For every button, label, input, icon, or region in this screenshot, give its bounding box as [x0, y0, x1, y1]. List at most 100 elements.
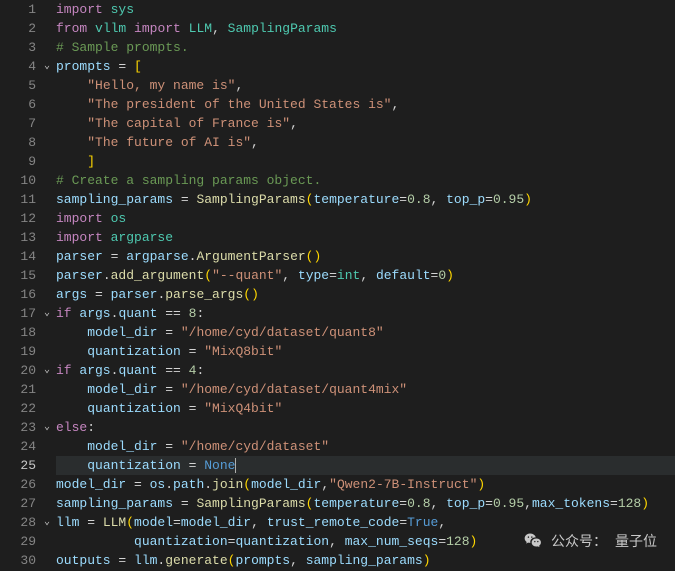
code-line[interactable]: model_dir = os.path.join(model_dir,"Qwen…: [56, 475, 675, 494]
code-line[interactable]: parser = argparse.ArgumentParser(): [56, 247, 675, 266]
fold-toggle[interactable]: ⌄: [40, 57, 54, 76]
code-line[interactable]: quantization = "MixQ4bit": [56, 399, 675, 418]
token-gold: ): [641, 496, 649, 511]
code-line[interactable]: "The future of AI is",: [56, 133, 675, 152]
token-cmt: # Create a sampling params object.: [56, 173, 321, 188]
code-line[interactable]: from vllm import LLM, SamplingParams: [56, 19, 675, 38]
token-num: 128: [446, 534, 469, 549]
token-gold: [: [134, 59, 142, 74]
token-var: max_num_seqs: [345, 534, 439, 549]
fold-toggle[interactable]: ⌄: [40, 513, 54, 532]
code-line[interactable]: prompts = [: [56, 57, 675, 76]
line-number: 24: [0, 437, 36, 456]
code-line[interactable]: import sys: [56, 0, 675, 19]
token-pun: [56, 325, 87, 340]
token-pun: ,: [290, 553, 306, 568]
token-pun: [56, 135, 87, 150]
token-var: model_dir: [181, 515, 251, 530]
token-gold: ]: [87, 154, 95, 169]
token-pun: ,: [360, 268, 376, 283]
code-line[interactable]: model_dir = "/home/cyd/dataset/quant8": [56, 323, 675, 342]
token-var: quant: [118, 306, 157, 321]
token-pun: [56, 439, 87, 454]
code-editor[interactable]: 1234567891011121314151617181920212223242…: [0, 0, 675, 571]
line-number: 25: [0, 456, 36, 475]
token-op: =: [111, 59, 134, 74]
token-mod: vllm: [95, 21, 126, 36]
line-number: 22: [0, 399, 36, 418]
token-op: =: [399, 515, 407, 530]
token-str: "--quant": [212, 268, 282, 283]
code-line[interactable]: # Sample prompts.: [56, 38, 675, 57]
code-line[interactable]: # Create a sampling params object.: [56, 171, 675, 190]
code-line[interactable]: model_dir = "/home/cyd/dataset": [56, 437, 675, 456]
code-line[interactable]: import os: [56, 209, 675, 228]
code-line[interactable]: outputs = llm.generate(prompts, sampling…: [56, 551, 675, 570]
token-fn: SamplingParams: [196, 192, 305, 207]
token-var: trust_remote_code: [267, 515, 400, 530]
token-str: "MixQ4bit": [204, 401, 282, 416]
code-line[interactable]: sampling_params = SamplingParams(tempera…: [56, 190, 675, 209]
token-str: "/home/cyd/dataset": [181, 439, 329, 454]
token-op: =: [126, 477, 149, 492]
code-line[interactable]: else:: [56, 418, 675, 437]
token-pun: .: [165, 477, 173, 492]
code-line[interactable]: quantization = "MixQ8bit": [56, 342, 675, 361]
token-pun: :: [196, 363, 204, 378]
code-line[interactable]: if args.quant == 4:: [56, 361, 675, 380]
token-op: =: [87, 287, 110, 302]
token-fn: ArgumentParser: [196, 249, 305, 264]
code-line[interactable]: "The president of the United States is",: [56, 95, 675, 114]
token-gold: ): [477, 477, 485, 492]
fold-column: ⌄ ⌄ ⌄ ⌄ ⌄: [40, 0, 54, 571]
code-line[interactable]: ]: [56, 152, 675, 171]
token-pun: ,: [524, 496, 532, 511]
line-number: 9: [0, 152, 36, 171]
token-var: quantization: [87, 401, 181, 416]
token-pun: ,: [329, 534, 345, 549]
code-line[interactable]: args = parser.parse_args(): [56, 285, 675, 304]
token-var: model_dir: [87, 325, 157, 340]
fold-toggle[interactable]: ⌄: [40, 361, 54, 380]
token-op: =: [329, 268, 337, 283]
token-pun: [56, 382, 87, 397]
code-line[interactable]: "The capital of France is",: [56, 114, 675, 133]
token-op: =: [157, 439, 180, 454]
token-var: parser: [56, 268, 103, 283]
code-line[interactable]: llm = LLM(model=model_dir, trust_remote_…: [56, 513, 675, 532]
token-pun: [56, 458, 87, 473]
code-line[interactable]: model_dir = "/home/cyd/dataset/quant4mix…: [56, 380, 675, 399]
token-var: model_dir: [87, 382, 157, 397]
fold-toggle[interactable]: ⌄: [40, 304, 54, 323]
token-fn: join: [212, 477, 243, 492]
token-gold: ): [251, 287, 259, 302]
token-str: "Qwen2-7B-Instruct": [329, 477, 477, 492]
token-op: =: [103, 249, 126, 264]
code-line[interactable]: if args.quant == 8:: [56, 304, 675, 323]
token-pun: :: [196, 306, 204, 321]
token-kw: else: [56, 420, 87, 435]
token-gold: ): [524, 192, 532, 207]
token-kw: if: [56, 363, 79, 378]
code-area[interactable]: import sysfrom vllm import LLM, Sampling…: [54, 0, 675, 571]
code-line[interactable]: parser.add_argument("--quant", type=int,…: [56, 266, 675, 285]
token-pun: ,: [282, 268, 298, 283]
token-var: prompts: [56, 59, 111, 74]
code-line[interactable]: import argparse: [56, 228, 675, 247]
token-kw: from: [56, 21, 95, 36]
token-var: model_dir: [56, 477, 126, 492]
code-line[interactable]: sampling_params = SamplingParams(tempera…: [56, 494, 675, 513]
token-var: os: [150, 477, 166, 492]
token-num: 0.95: [493, 496, 524, 511]
line-number: 23: [0, 418, 36, 437]
token-op: =: [399, 496, 407, 511]
token-var: sampling_params: [56, 496, 173, 511]
fold-toggle[interactable]: ⌄: [40, 418, 54, 437]
code-line[interactable]: quantization = None: [56, 456, 675, 475]
token-num: 0.95: [493, 192, 524, 207]
token-var: quantization: [134, 534, 228, 549]
code-line[interactable]: "Hello, my name is",: [56, 76, 675, 95]
token-pun: [56, 154, 87, 169]
token-var: type: [298, 268, 329, 283]
line-number: 20: [0, 361, 36, 380]
